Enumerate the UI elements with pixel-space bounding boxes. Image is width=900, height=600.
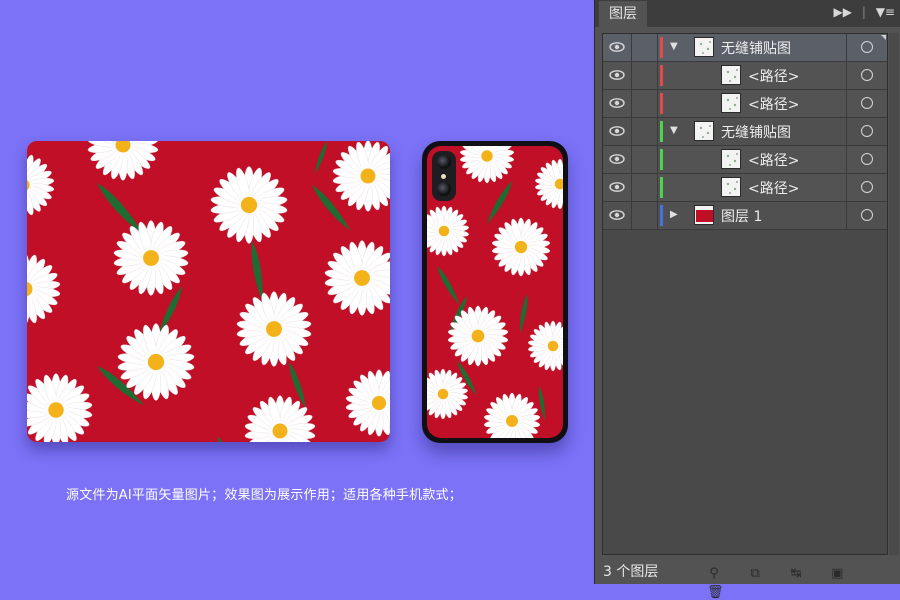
layer-row[interactable]: <路径>	[603, 90, 887, 118]
target-icon[interactable]	[846, 174, 887, 201]
layer-name[interactable]: <路径>	[748, 94, 799, 114]
expand-arrow-icon[interactable]: ▶	[670, 209, 678, 220]
layer-row[interactable]: <路径>	[603, 146, 887, 174]
layer-name[interactable]: 图层 1	[721, 206, 762, 226]
layer-name[interactable]: <路径>	[748, 178, 799, 198]
layer-name[interactable]: <路径>	[748, 66, 799, 86]
layer-row[interactable]: <路径>	[603, 174, 887, 202]
layer-thumbnail	[694, 121, 714, 141]
visibility-eye-icon[interactable]	[603, 202, 632, 229]
visibility-eye-icon[interactable]	[603, 90, 632, 117]
visibility-eye-icon[interactable]	[603, 62, 632, 89]
target-icon[interactable]	[846, 90, 887, 117]
visibility-eye-icon[interactable]	[603, 34, 632, 61]
layer-thumbnail	[694, 37, 714, 57]
create-new-layer-icon[interactable]: ▣	[830, 567, 844, 581]
lock-toggle[interactable]	[631, 174, 658, 201]
collapse-arrow-icon[interactable]: ▼	[670, 125, 678, 136]
visibility-eye-icon[interactable]	[603, 174, 632, 201]
layer-color-indicator	[660, 177, 663, 198]
target-icon[interactable]	[846, 202, 887, 229]
target-icon[interactable]	[846, 34, 887, 61]
layers-panel: 图层 ▶▶ | ▼≡ ▼ 无缝铺贴图 <路径> <路径> ▼ 无缝铺贴图 <路径> <路径> ▶…	[594, 0, 900, 600]
target-icon[interactable]	[846, 62, 887, 89]
layer-name[interactable]: <路径>	[748, 150, 799, 170]
layer-count: 3 个图层	[603, 564, 659, 580]
lock-toggle[interactable]	[631, 90, 658, 117]
panel-tab-bar: 图层 ▶▶ | ▼≡	[595, 0, 900, 27]
layer-name[interactable]: 无缝铺贴图	[721, 38, 791, 58]
lock-toggle[interactable]	[631, 34, 658, 61]
layer-row[interactable]: ▼ 无缝铺贴图	[603, 118, 887, 146]
lock-toggle[interactable]	[631, 146, 658, 173]
lock-toggle[interactable]	[631, 118, 658, 145]
create-sublayer-icon[interactable]: ↹	[789, 567, 803, 581]
camera-icon	[432, 151, 456, 201]
layer-color-indicator	[660, 149, 663, 170]
panel-footer: 3 个图层 ⚲ ⧉ ↹ ▣ 🗑	[595, 557, 900, 600]
scrollbar[interactable]	[889, 33, 899, 555]
caption-text: 源文件为AI平面矢量图片；效果图为展示作用；适用各种手机款式；	[66, 488, 462, 503]
layers-list: ▼ 无缝铺贴图 <路径> <路径> ▼ 无缝铺贴图 <路径> <路径> ▶ 图层 1	[602, 33, 888, 555]
layer-row[interactable]: ▼ 无缝铺贴图	[603, 34, 887, 62]
target-icon[interactable]	[846, 118, 887, 145]
layer-color-indicator	[660, 205, 663, 226]
layer-color-indicator	[660, 93, 663, 114]
layer-thumbnail	[721, 65, 741, 85]
layer-row[interactable]: ▶ 图层 1	[603, 202, 887, 230]
make-clipping-mask-icon[interactable]: ⧉	[748, 567, 762, 581]
layer-color-indicator	[660, 65, 663, 86]
panel-menu-icon[interactable]: ▼≡	[876, 5, 895, 19]
target-icon[interactable]	[846, 146, 887, 173]
double-arrow-icon[interactable]: ▶▶	[834, 5, 852, 19]
visibility-eye-icon[interactable]	[603, 118, 632, 145]
phone-case-mockup	[422, 141, 568, 443]
layer-name[interactable]: 无缝铺贴图	[721, 122, 791, 142]
layer-thumbnail	[721, 149, 741, 169]
layer-color-indicator	[660, 37, 663, 58]
layer-thumbnail	[721, 93, 741, 113]
layer-color-indicator	[660, 121, 663, 142]
layer-row[interactable]: <路径>	[603, 62, 887, 90]
layer-thumbnail	[694, 205, 714, 225]
layer-thumbnail	[721, 177, 741, 197]
mousepad-mockup	[27, 141, 390, 442]
pattern-mousepad	[27, 141, 390, 442]
lock-toggle[interactable]	[631, 62, 658, 89]
visibility-eye-icon[interactable]	[603, 146, 632, 173]
locate-object-icon[interactable]: ⚲	[707, 567, 721, 581]
collapse-arrow-icon[interactable]: ▼	[670, 41, 678, 52]
tab-layers[interactable]: 图层	[599, 1, 647, 27]
lock-toggle[interactable]	[631, 202, 658, 229]
delete-icon[interactable]: 🗑	[707, 586, 724, 600]
